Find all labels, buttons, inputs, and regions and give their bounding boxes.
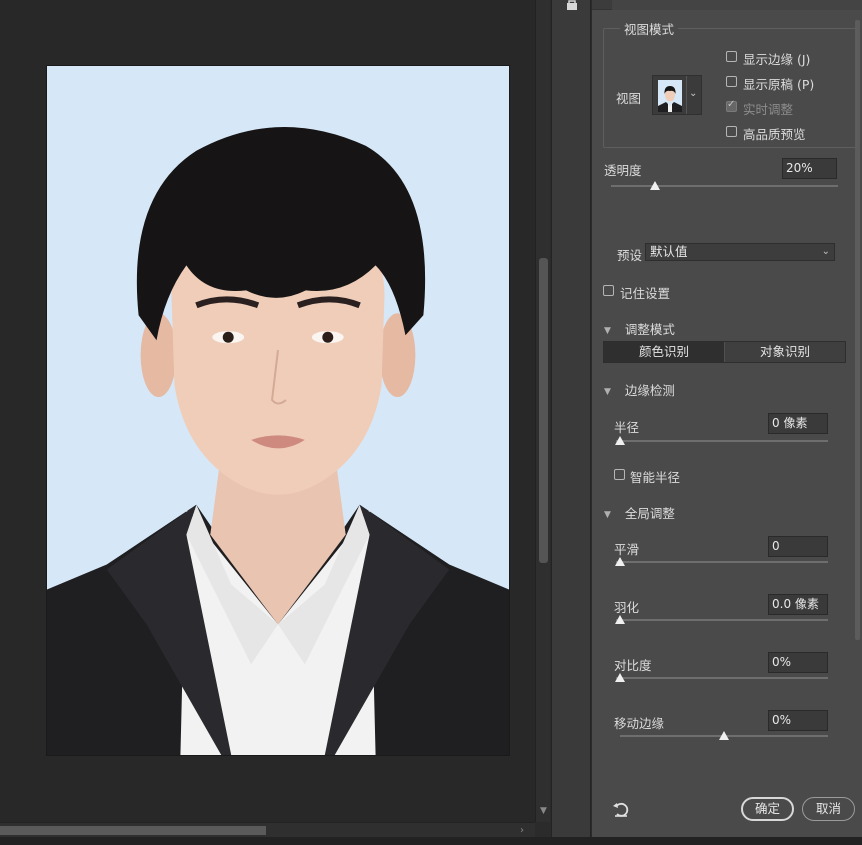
tab-color-recognition[interactable]: 颜色识别 bbox=[604, 342, 725, 362]
adjust-mode-title: 调整模式 bbox=[624, 322, 675, 337]
high-quality-preview-checkbox[interactable] bbox=[726, 126, 737, 137]
contrast-field[interactable]: 0% bbox=[768, 652, 828, 673]
view-selector[interactable]: ⌄ bbox=[652, 75, 702, 115]
smooth-slider-thumb[interactable] bbox=[615, 557, 625, 566]
high-quality-preview-label: 高品质预览 bbox=[743, 127, 806, 142]
horizontal-scrollbar-thumb[interactable] bbox=[0, 826, 266, 835]
view-mode-title: 视图模式 bbox=[620, 19, 679, 38]
portrait-photo[interactable] bbox=[46, 65, 510, 756]
lock-icon[interactable] bbox=[565, 0, 579, 10]
preset-value: 默认值 bbox=[650, 244, 688, 259]
show-edge-label: 显示边缘 (J) bbox=[743, 52, 811, 67]
global-adjust-header[interactable]: ▼ 全局调整 bbox=[604, 503, 675, 522]
feather-slider-thumb[interactable] bbox=[615, 615, 625, 624]
opacity-slider-track[interactable] bbox=[611, 185, 838, 187]
horizontal-scrollbar[interactable]: › bbox=[0, 822, 535, 837]
contrast-slider-track[interactable] bbox=[616, 677, 828, 679]
edge-detection-title: 边缘检测 bbox=[624, 383, 675, 398]
opacity-slider-thumb[interactable] bbox=[650, 181, 660, 190]
status-strip bbox=[0, 837, 862, 845]
opacity-label: 透明度 bbox=[604, 163, 642, 178]
radius-label: 半径 bbox=[614, 420, 640, 435]
show-original-checkbox[interactable] bbox=[726, 76, 737, 87]
shift-edge-field[interactable]: 0% bbox=[768, 710, 828, 731]
chevron-down-icon[interactable]: ⌄ bbox=[689, 88, 697, 99]
smart-radius-label: 智能半径 bbox=[630, 470, 681, 485]
edge-detection-header[interactable]: ▼ 边缘检测 bbox=[604, 380, 675, 399]
realtime-adjust-label: 实时调整 bbox=[743, 102, 794, 117]
vertical-scrollbar-thumb[interactable] bbox=[539, 258, 548, 563]
reset-icon[interactable] bbox=[612, 800, 630, 818]
show-original-label: 显示原稿 (P) bbox=[743, 77, 815, 92]
radius-slider-track[interactable] bbox=[616, 440, 828, 442]
feather-field[interactable]: 0.0 像素 bbox=[768, 594, 828, 615]
shift-edge-label: 移动边缘 bbox=[614, 716, 665, 731]
preset-label: 预设 bbox=[617, 248, 643, 263]
chevron-down-icon: ⌄ bbox=[821, 246, 830, 257]
contrast-slider-thumb[interactable] bbox=[615, 673, 625, 682]
tool-strip bbox=[551, 0, 591, 837]
global-adjust-title: 全局调整 bbox=[624, 506, 675, 521]
contrast-label: 对比度 bbox=[614, 658, 652, 673]
smooth-label: 平滑 bbox=[614, 542, 640, 557]
cancel-button[interactable]: 取消 bbox=[802, 797, 855, 821]
triangle-down-icon[interactable]: ▼ bbox=[604, 326, 611, 336]
radius-field[interactable]: 0 像素 bbox=[768, 413, 828, 434]
adjust-mode-tabs: 颜色识别 对象识别 bbox=[603, 341, 846, 363]
preset-select[interactable]: 默认值 ⌄ bbox=[645, 243, 835, 261]
remember-settings-label: 记住设置 bbox=[620, 286, 671, 301]
scroll-down-icon[interactable]: ▼ bbox=[536, 806, 551, 816]
portrait-illustration bbox=[47, 66, 509, 755]
shift-edge-slider-thumb[interactable] bbox=[719, 731, 729, 740]
vertical-scrollbar[interactable]: ▼ bbox=[535, 0, 550, 822]
ok-button[interactable]: 确定 bbox=[741, 797, 794, 821]
panel-tab[interactable] bbox=[612, 0, 862, 10]
smooth-slider-track[interactable] bbox=[616, 561, 828, 563]
smart-radius-checkbox[interactable] bbox=[614, 469, 625, 480]
radius-slider-thumb[interactable] bbox=[615, 436, 625, 445]
opacity-field[interactable]: 20% bbox=[782, 158, 837, 179]
remember-settings-checkbox[interactable] bbox=[603, 285, 614, 296]
scroll-right-icon[interactable]: › bbox=[520, 823, 524, 838]
tab-object-recognition[interactable]: 对象识别 bbox=[725, 342, 845, 362]
triangle-down-icon[interactable]: ▼ bbox=[604, 387, 611, 397]
adjust-mode-header[interactable]: ▼ 调整模式 bbox=[604, 319, 675, 338]
canvas-area[interactable] bbox=[0, 0, 535, 822]
show-edge-checkbox[interactable] bbox=[726, 51, 737, 62]
panel-header bbox=[592, 0, 862, 10]
feather-label: 羽化 bbox=[614, 600, 640, 615]
smooth-field[interactable]: 0 bbox=[768, 536, 828, 557]
view-label: 视图 bbox=[616, 91, 642, 106]
refine-edge-panel: 视图模式 视图 ⌄ 显示边缘 (J) 显示原稿 (P) 实时调整 高品质预览 透… bbox=[592, 0, 862, 837]
feather-slider-track[interactable] bbox=[616, 619, 828, 621]
triangle-down-icon[interactable]: ▼ bbox=[604, 510, 611, 520]
realtime-adjust-checkbox[interactable] bbox=[726, 99, 737, 112]
view-selector-divider bbox=[686, 76, 687, 114]
view-thumbnail bbox=[658, 80, 682, 112]
